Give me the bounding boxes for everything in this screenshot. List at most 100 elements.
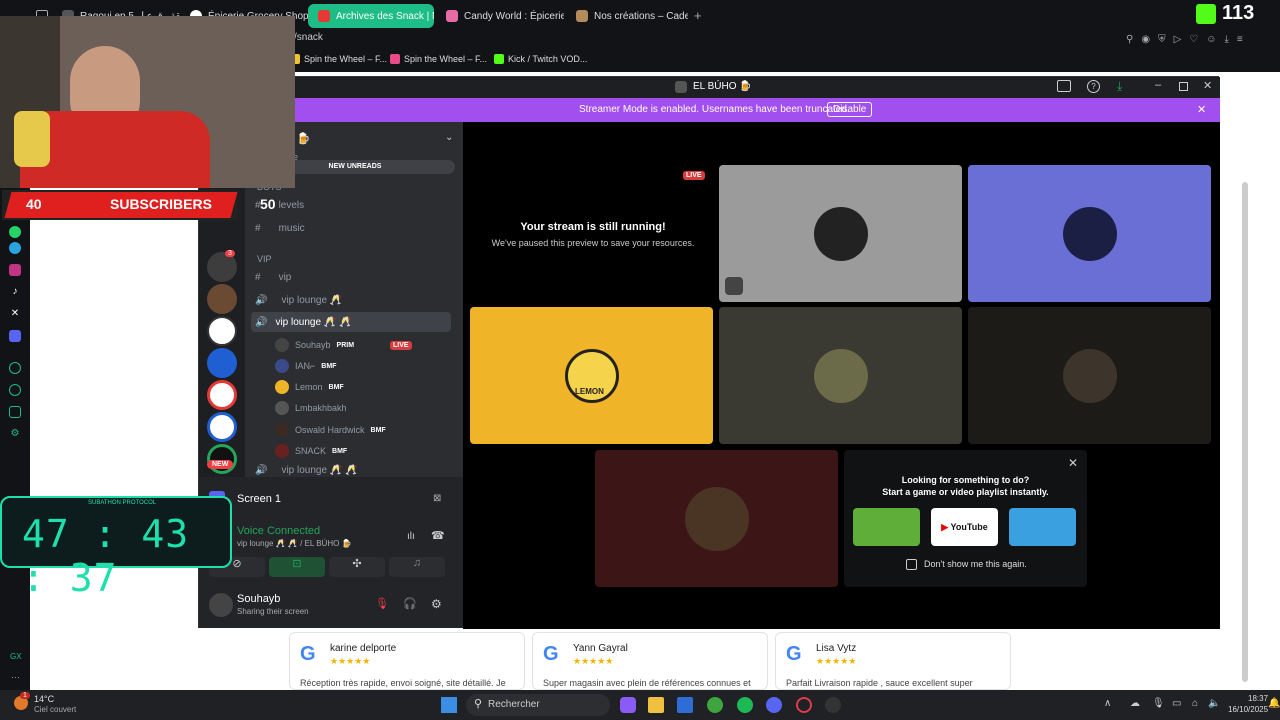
player-icon[interactable]: [9, 362, 21, 374]
member-item[interactable]: IAN⌐ BMF: [275, 357, 336, 375]
disconnect-icon[interactable]: ☎: [431, 529, 445, 542]
activity-game-thumbnail[interactable]: [853, 508, 920, 546]
tiktok-icon[interactable]: ♪: [9, 286, 21, 298]
category-vip[interactable]: VIP: [257, 254, 272, 264]
telegram-icon[interactable]: [9, 242, 21, 254]
popout-icon[interactable]: ⊠: [433, 493, 441, 504]
channel-vip[interactable]: # vip: [255, 267, 291, 287]
instagram-icon[interactable]: [9, 264, 21, 276]
voice-status[interactable]: Voice Connected: [237, 525, 320, 537]
discord-icon[interactable]: [9, 330, 21, 342]
volume-icon[interactable]: 🔈: [1208, 698, 1220, 709]
bookmark-1[interactable]: Spin the Wheel – F...: [290, 54, 387, 64]
tab-archives-snack[interactable]: Archives des Snack | Ma: [308, 4, 434, 28]
server-icon[interactable]: [207, 380, 237, 410]
activities-button[interactable]: ✣: [329, 557, 385, 577]
camera-icon[interactable]: ◉: [1141, 34, 1150, 46]
activity-puzzle-thumbnail[interactable]: [1009, 508, 1076, 546]
microphone-icon[interactable]: 🎙: [1152, 698, 1165, 709]
server-icon[interactable]: [207, 444, 237, 474]
voice-channel[interactable]: vip lounge 🥂 🥂 / EL BÚHO 🍺: [237, 539, 352, 548]
obs-icon[interactable]: [825, 697, 841, 713]
server-icon[interactable]: [207, 412, 237, 442]
close-button[interactable]: ✕: [1203, 79, 1212, 92]
display-icon[interactable]: ▭: [1172, 698, 1181, 709]
store-icon[interactable]: [677, 697, 693, 713]
spotify-icon[interactable]: [737, 697, 753, 713]
chevron-down-icon[interactable]: ⌄: [445, 132, 453, 143]
settings-icon[interactable]: ⚙: [9, 428, 21, 440]
close-icon[interactable]: ✕: [1068, 456, 1078, 470]
member-item[interactable]: Souhayb PRIM LIVE: [275, 336, 412, 354]
participant-tile[interactable]: LEMON: [470, 307, 713, 444]
inbox-icon[interactable]: [1057, 80, 1071, 92]
page-scrollbar[interactable]: [1242, 182, 1248, 682]
participant-tile[interactable]: [968, 307, 1211, 444]
channel-next[interactable]: 🔊 vip lounge 🥂 🥂: [255, 464, 358, 476]
bookmark-2[interactable]: Spin the Wheel – F...: [390, 54, 487, 64]
x-icon[interactable]: ✕: [9, 308, 21, 320]
more-icon[interactable]: ···: [11, 672, 20, 682]
member-item[interactable]: Lmbakhbakh: [275, 399, 347, 417]
webcam-overlay: [0, 16, 295, 188]
youtube-activity[interactable]: ▶ YouTube: [931, 508, 998, 546]
opera-gx-icon[interactable]: [796, 697, 812, 713]
tab-nos-creations[interactable]: Nos créations – Cadeau E: [566, 4, 688, 28]
channel-vip-lounge[interactable]: 🔊 vip lounge 🥂: [255, 290, 342, 310]
notifications-icon[interactable]: 🔔: [1268, 698, 1280, 709]
disable-button[interactable]: Disable: [827, 102, 873, 117]
member-item[interactable]: Lemon BMF: [275, 378, 344, 396]
channel-vip-lounge-selected[interactable]: 🔊 vip lounge 🥂 🥂: [251, 312, 451, 332]
play-icon[interactable]: ▷: [1174, 34, 1182, 46]
cloud-icon[interactable]: ☁: [1130, 698, 1140, 709]
xbox-icon[interactable]: [707, 697, 723, 713]
tab-candy-world[interactable]: Candy World : Épicerie d: [436, 4, 564, 28]
channel-music[interactable]: # music: [255, 218, 305, 238]
clock-time[interactable]: 18:37: [1248, 694, 1268, 703]
participant-tile[interactable]: [595, 450, 838, 587]
minimize-button[interactable]: –: [1155, 79, 1161, 91]
server-icon[interactable]: [207, 348, 237, 378]
close-banner-icon[interactable]: ✕: [1197, 103, 1206, 116]
bookmark-3[interactable]: Kick / Twitch VOD...: [494, 54, 587, 64]
menu-icon[interactable]: ≡: [1237, 34, 1243, 46]
member-item[interactable]: SNACK BMF: [275, 442, 347, 460]
participant-tile[interactable]: [719, 307, 962, 444]
dont-show-checkbox[interactable]: [906, 559, 917, 570]
clock-date[interactable]: 16/10/2025: [1228, 705, 1268, 714]
history-icon[interactable]: [9, 384, 21, 396]
avatar: [275, 423, 289, 437]
server-icon[interactable]: [207, 316, 237, 346]
server-icon[interactable]: [207, 284, 237, 314]
participant-tile[interactable]: [719, 165, 962, 302]
discord-taskbar-icon[interactable]: [766, 697, 782, 713]
chevron-up-icon[interactable]: ∧: [1104, 698, 1111, 709]
whatsapp-icon[interactable]: [9, 226, 21, 238]
user-settings-icon[interactable]: ⚙: [431, 597, 442, 611]
mute-icon[interactable]: 🎙: [375, 597, 389, 610]
user-name[interactable]: Souhayb: [237, 593, 280, 605]
url-text[interactable]: /snack: [294, 32, 323, 43]
pin-icon[interactable]: ⚲: [1126, 34, 1133, 46]
maximize-button[interactable]: [1179, 82, 1188, 91]
new-tab-button[interactable]: +: [694, 8, 702, 23]
reviewer-name: Lisa Vytz: [816, 643, 857, 654]
heart-icon[interactable]: ♡: [1189, 34, 1198, 46]
help-icon[interactable]: ?: [1087, 80, 1100, 93]
member-item[interactable]: Oswald Hardwick BMF: [275, 421, 386, 439]
extensions-icon[interactable]: [9, 406, 21, 418]
profile-icon[interactable]: ☺: [1206, 34, 1216, 46]
soundboard-button[interactable]: ♫: [389, 557, 445, 577]
deafen-icon[interactable]: 🎧: [403, 597, 417, 610]
signal-icon[interactable]: ılı: [407, 531, 415, 542]
file-explorer-icon[interactable]: [648, 697, 664, 713]
start-button[interactable]: [441, 697, 457, 713]
participant-tile[interactable]: [968, 165, 1211, 302]
vpn-icon[interactable]: ⛨: [1158, 34, 1166, 46]
download-icon[interactable]: ⤓: [1224, 34, 1228, 46]
copilot-icon[interactable]: [620, 697, 636, 713]
download-icon[interactable]: ⤓: [1117, 79, 1122, 94]
network-icon[interactable]: ⌂: [1192, 698, 1198, 709]
share-screen-button[interactable]: ⊡: [269, 557, 325, 577]
search-box[interactable]: ⚲ Rechercher: [466, 694, 610, 716]
